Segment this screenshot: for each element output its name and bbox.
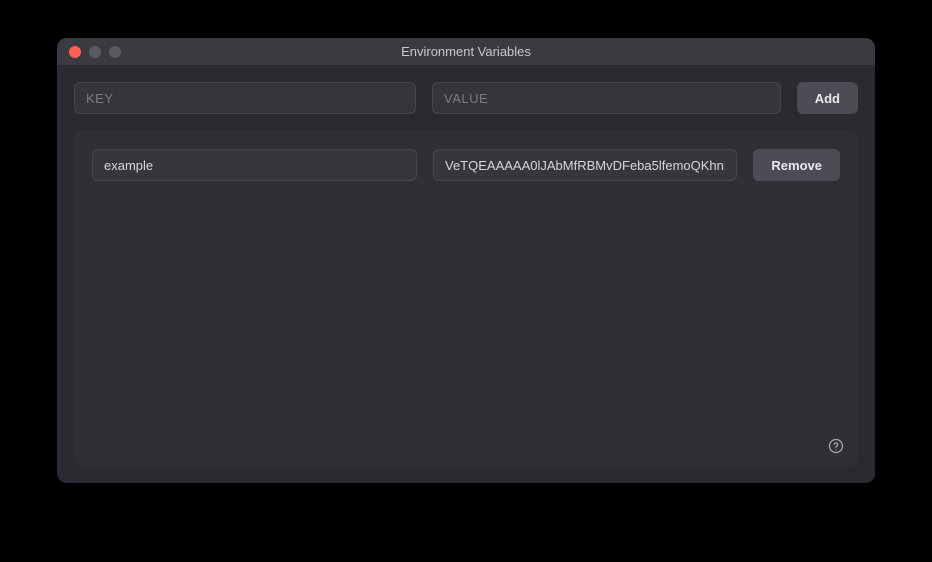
new-key-input[interactable]: [74, 82, 416, 114]
window-title: Environment Variables: [57, 44, 875, 59]
env-value-input[interactable]: [433, 149, 737, 181]
add-button[interactable]: Add: [797, 82, 858, 114]
titlebar: Environment Variables: [57, 38, 875, 65]
add-row: Add: [74, 82, 858, 114]
new-value-input[interactable]: [432, 82, 781, 114]
help-icon[interactable]: [828, 438, 844, 454]
env-row: Remove: [92, 149, 840, 181]
traffic-lights: [69, 46, 121, 58]
close-window-button[interactable]: [69, 46, 81, 58]
content-area: Add Remove: [57, 65, 875, 483]
env-key-input[interactable]: [92, 149, 417, 181]
minimize-window-button[interactable]: [89, 46, 101, 58]
remove-button[interactable]: Remove: [753, 149, 840, 181]
env-list-panel: Remove: [74, 131, 858, 466]
maximize-window-button[interactable]: [109, 46, 121, 58]
env-variables-window: Environment Variables Add Remove: [57, 38, 875, 483]
